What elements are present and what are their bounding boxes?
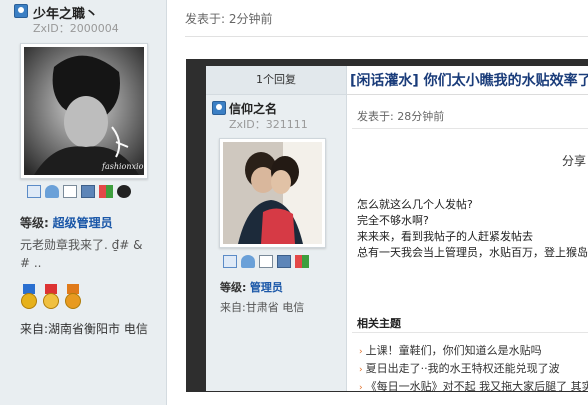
inner-avatar[interactable]: [219, 138, 326, 248]
user-icon: [14, 4, 28, 18]
svg-text:fashionxiong: fashionxiong: [101, 162, 144, 171]
outer-post-time: 发表于: 2分钟前: [185, 12, 273, 26]
mail-icon[interactable]: [223, 255, 237, 268]
inner-username[interactable]: 信仰之名: [229, 100, 277, 117]
add-friend-icon[interactable]: [45, 185, 59, 198]
add-friend-icon[interactable]: [241, 255, 255, 268]
inner-level: 等级: 管理员: [220, 281, 283, 294]
post-body-line: 完全不够水啊?: [357, 214, 429, 227]
post-body-line: 来来来，看到我帖子的人赶紧发帖去: [357, 230, 533, 243]
medal-icon: [42, 284, 60, 310]
blocks-icon[interactable]: [99, 185, 113, 198]
outer-from: 来自:湖南省衡阳市 电信: [20, 322, 148, 336]
medal-icon: [20, 284, 38, 310]
inner-zxid: ZxID：321111: [229, 118, 308, 131]
outer-zxid: ZxID：2000004: [33, 22, 119, 35]
post-body-line: 总有一天我会当上管理员，水贴百万，登上猴岛巅峰: [357, 246, 588, 259]
card-icon[interactable]: [277, 255, 291, 268]
outer-signature: 元老勋章我来了. ₫# & # ..: [20, 238, 143, 270]
related-topics-title: 相关主题: [357, 317, 401, 330]
mail-icon[interactable]: [27, 185, 41, 198]
outer-avatar[interactable]: fashionxiong: [20, 43, 148, 179]
profile-icon[interactable]: [63, 185, 77, 198]
blocks-icon[interactable]: [295, 255, 309, 268]
avatar-photo: [223, 142, 322, 244]
thread-title[interactable]: [闲话灌水] 你们太小瞧我的水贴效率了: [350, 70, 588, 90]
arrow-icon: ›: [359, 365, 363, 375]
reply-count: 1个回复: [206, 66, 346, 95]
divider: [352, 128, 588, 129]
related-topic-item[interactable]: › 上课！童鞋们，你们知道么是水贴吗: [359, 342, 542, 358]
profile-icon[interactable]: [259, 255, 273, 268]
related-topic-item[interactable]: › 《每日一水贴》对不起 我又拖大家后腿了 其实: [359, 378, 588, 394]
share-button[interactable]: 分享: [562, 152, 586, 169]
related-topic-item[interactable]: › 夏日出走了··我的水王特权还能兑现了波: [359, 360, 560, 376]
post-body-line: 怎么就这么几个人发帖?: [357, 198, 473, 211]
divider: [185, 36, 588, 37]
divider: [347, 94, 588, 95]
inner-post-time: 发表于: 28分钟前: [357, 110, 445, 123]
outer-level-value[interactable]: 超级管理员: [53, 216, 113, 230]
outer-action-icons: [27, 184, 135, 198]
inner-from: 来自:甘肃省 电信: [220, 301, 305, 314]
medal-icon: [64, 284, 82, 310]
card-icon[interactable]: [81, 185, 95, 198]
arrow-icon: ›: [359, 383, 363, 393]
inner-level-value[interactable]: 管理员: [250, 281, 283, 294]
qq-icon[interactable]: [117, 185, 131, 198]
user-icon: [212, 101, 226, 115]
arrow-icon: ›: [359, 347, 363, 357]
outer-level: 等级: 超级管理员: [20, 216, 113, 230]
divider: [352, 332, 588, 333]
avatar-photo: fashionxiong: [24, 47, 144, 175]
inner-action-icons: [223, 254, 313, 268]
